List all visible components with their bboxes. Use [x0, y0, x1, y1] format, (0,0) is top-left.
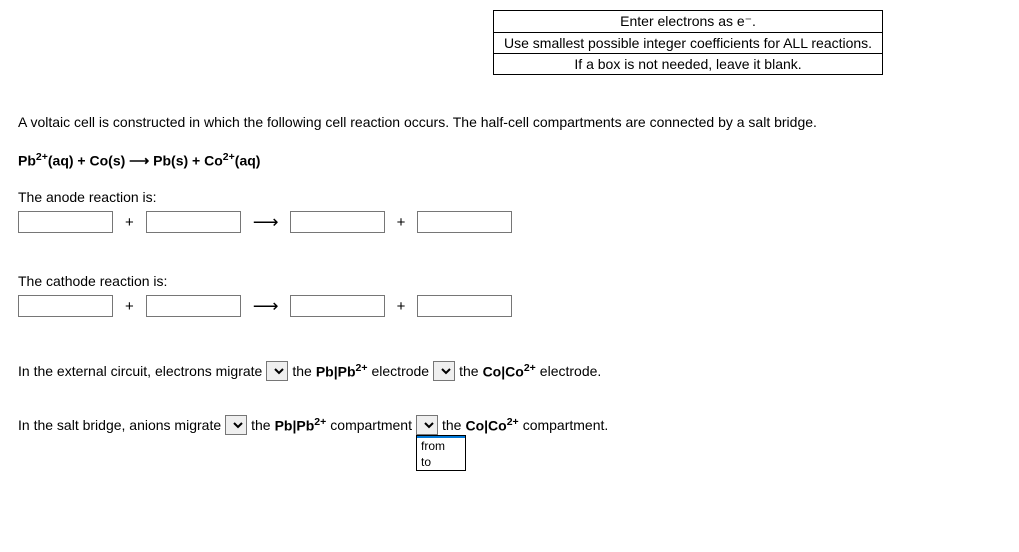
text-fragment: In the salt bridge, anions migrate — [18, 417, 221, 433]
anode-product-1[interactable] — [290, 211, 385, 233]
anode-label: The anode reaction is: — [18, 189, 1001, 205]
external-direction-2[interactable] — [433, 361, 455, 381]
pb-compartment-label: Pb|Pb2+ — [275, 416, 327, 434]
pb-electrode-label: Pb|Pb2+ — [316, 362, 368, 380]
instruction-line-2: Use smallest possible integer coefficien… — [494, 33, 883, 54]
plus-symbol: + — [121, 214, 138, 231]
co-compartment-label: Co|Co2+ — [465, 416, 518, 434]
anode-reaction-row: + ⟶ + — [18, 211, 1001, 233]
anode-reactant-1[interactable] — [18, 211, 113, 233]
text-fragment: the — [251, 417, 270, 433]
cathode-reactant-1[interactable] — [18, 295, 113, 317]
anode-product-2[interactable] — [417, 211, 512, 233]
cathode-reaction-row: + ⟶ + — [18, 295, 1001, 317]
external-circuit-sentence: In the external circuit, electrons migra… — [18, 361, 1001, 381]
plus-symbol: + — [393, 298, 410, 315]
dropdown-options-list: from to — [416, 435, 466, 471]
cathode-product-2[interactable] — [417, 295, 512, 317]
plus-symbol: + — [393, 214, 410, 231]
cathode-product-1[interactable] — [290, 295, 385, 317]
dropdown-option-to[interactable]: to — [417, 454, 465, 470]
text-fragment: electrode. — [540, 363, 601, 379]
instruction-line-3: If a box is not needed, leave it blank. — [494, 54, 883, 75]
arrow-symbol: ⟶ — [249, 212, 282, 233]
salt-bridge-sentence: In the salt bridge, anions migrate the P… — [18, 415, 1001, 435]
text-fragment: compartment. — [523, 417, 609, 433]
instruction-box: Enter electrons as e⁻. Use smallest poss… — [493, 10, 883, 75]
cathode-reactant-2[interactable] — [146, 295, 241, 317]
text-fragment: the — [442, 417, 461, 433]
text-fragment: In the external circuit, electrons migra… — [18, 363, 262, 379]
plus-symbol: + — [121, 298, 138, 315]
instruction-line-1: Enter electrons as e⁻. — [494, 11, 883, 33]
salt-direction-1[interactable] — [225, 415, 247, 435]
dropdown-option-from[interactable]: from — [417, 438, 465, 454]
intro-text: A voltaic cell is constructed in which t… — [18, 113, 1001, 133]
text-fragment: electrode — [372, 363, 430, 379]
text-fragment: the — [292, 363, 311, 379]
salt-direction-2[interactable] — [416, 415, 438, 435]
arrow-symbol: ⟶ — [249, 296, 282, 317]
text-fragment: the — [459, 363, 478, 379]
co-electrode-label: Co|Co2+ — [483, 362, 536, 380]
cathode-label: The cathode reaction is: — [18, 273, 1001, 289]
external-direction-1[interactable] — [266, 361, 288, 381]
text-fragment: compartment — [330, 417, 412, 433]
overall-reaction: Pb2+(aq) + Co(s) ⟶ Pb(s) + Co2+(aq) — [18, 151, 1001, 170]
anode-reactant-2[interactable] — [146, 211, 241, 233]
